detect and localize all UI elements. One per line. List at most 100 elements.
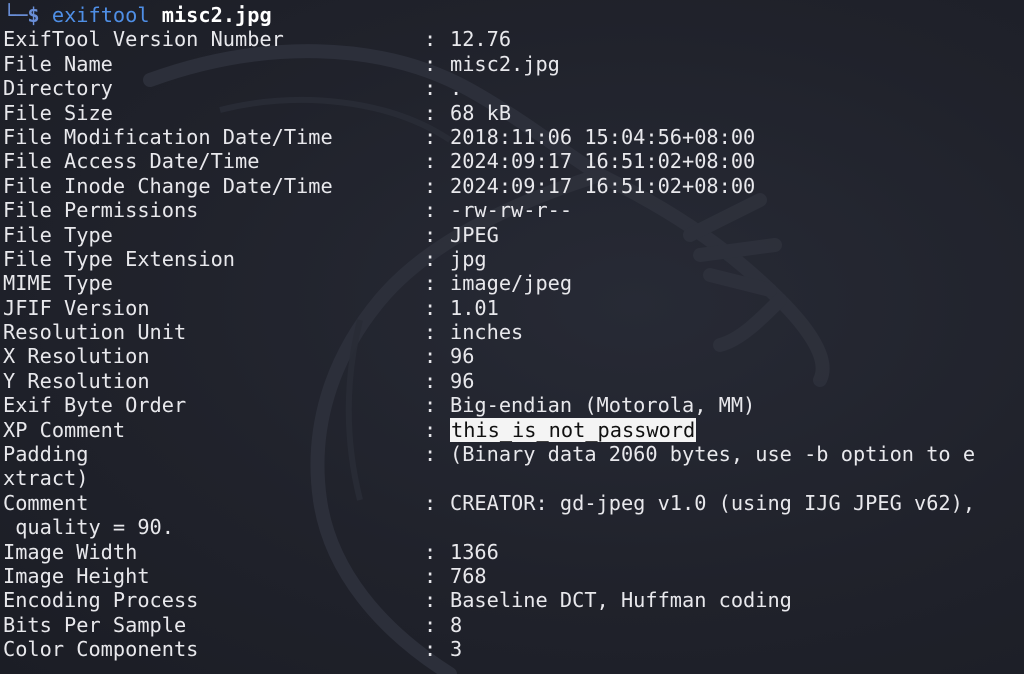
metadata-separator: : — [424, 198, 437, 223]
metadata-key: XP Comment — [3, 417, 126, 442]
metadata-value: Big-endian (Motorola, MM) — [450, 393, 756, 418]
metadata-row: File Name: misc2.jpg — [3, 52, 1024, 76]
metadata-key: Comment — [3, 490, 89, 515]
selected-text-highlight[interactable]: this_is_not_password — [450, 417, 697, 443]
metadata-key: File Size — [3, 100, 113, 125]
metadata-key: File Modification Date/Time — [3, 124, 333, 149]
metadata-key: MIME Type — [3, 271, 113, 296]
metadata-key: File Type Extension — [3, 246, 235, 271]
metadata-separator: : — [424, 490, 437, 515]
metadata-separator: : — [424, 368, 437, 393]
metadata-value: 768 — [450, 563, 487, 588]
metadata-separator: : — [424, 100, 437, 125]
metadata-key: Y Resolution — [3, 368, 150, 393]
metadata-value: 2018:11:06 15:04:56+08:00 — [450, 124, 756, 149]
metadata-value: . — [450, 76, 463, 101]
metadata-key: File Name — [3, 51, 113, 76]
metadata-key: Directory — [3, 76, 113, 101]
metadata-key: Exif Byte Order — [3, 393, 187, 418]
metadata-value: Baseline DCT, Huffman coding — [450, 588, 792, 613]
metadata-row-wrap: quality = 90. — [3, 515, 1024, 539]
command-argument: misc2.jpg — [161, 3, 272, 27]
metadata-value: (Binary data 2060 bytes, use -b option t… — [450, 442, 976, 467]
metadata-key: ExifTool Version Number — [3, 27, 284, 52]
metadata-key: Bits Per Sample — [3, 612, 187, 637]
metadata-key: Resolution Unit — [3, 320, 187, 345]
metadata-separator: : — [424, 612, 437, 637]
metadata-separator: : — [424, 588, 437, 613]
metadata-key: Padding — [3, 442, 89, 467]
metadata-key: Encoding Process — [3, 588, 199, 613]
metadata-value: jpg — [450, 246, 487, 271]
metadata-value: 2024:09:17 16:51:02+08:00 — [450, 149, 756, 174]
metadata-separator: : — [424, 173, 437, 198]
metadata-value: JPEG — [450, 222, 499, 247]
metadata-value: misc2.jpg — [450, 51, 560, 76]
metadata-row: Bits Per Sample:8 — [3, 613, 1024, 637]
metadata-key: Image Width — [3, 539, 138, 564]
metadata-row: Color Components:3 — [3, 637, 1024, 661]
metadata-value: CREATOR: gd-jpeg v1.0 (using IJG JPEG v6… — [450, 490, 976, 515]
metadata-key: X Resolution — [3, 344, 150, 369]
metadata-value: -rw-rw-r-- — [450, 198, 573, 223]
metadata-row: Exif Byte Order: Big-endian (Motorola, MM… — [3, 393, 1024, 417]
metadata-separator: : — [424, 295, 437, 320]
metadata-separator: : — [424, 149, 437, 174]
metadata-value: inches — [450, 320, 524, 345]
metadata-value: 96 — [450, 344, 475, 369]
metadata-separator: : — [424, 222, 437, 247]
command-prompt-line: └─$ exiftool misc2.jpg — [3, 3, 1024, 27]
metadata-key: JFIF Version — [3, 295, 150, 320]
metadata-key: Image Height — [3, 563, 150, 588]
prompt-symbol: $ — [27, 3, 40, 27]
metadata-value: 96 — [450, 368, 475, 393]
metadata-row: Encoding Process: Baseline DCT, Huffman c… — [3, 588, 1024, 612]
metadata-value: 2024:09:17 16:51:02+08:00 — [450, 173, 756, 198]
metadata-separator: : — [424, 563, 437, 588]
metadata-row: X Resolution:96 — [3, 344, 1024, 368]
metadata-row-wrap: xtract) — [3, 466, 1024, 490]
metadata-row: File Access Date/Time:2024:09:17 16:51:0… — [3, 149, 1024, 173]
metadata-key: File Inode Change Date/Time — [3, 173, 333, 198]
metadata-row: Directory:. — [3, 76, 1024, 100]
metadata-key: File Permissions — [3, 198, 199, 223]
metadata-value-continuation: quality = 90. — [3, 515, 174, 540]
metadata-separator: : — [424, 27, 437, 52]
metadata-row: Image Width:1366 — [3, 540, 1024, 564]
metadata-row: File Permissions: -rw-rw-r-- — [3, 198, 1024, 222]
metadata-separator: : — [424, 76, 437, 101]
metadata-row: File Type: JPEG — [3, 223, 1024, 247]
metadata-separator: : — [424, 271, 437, 296]
metadata-row: Comment: CREATOR: gd-jpeg v1.0 (using IJG… — [3, 491, 1024, 515]
terminal-output: └─$ exiftool misc2.jpg ExifTool Version … — [3, 3, 1024, 662]
metadata-row: File Inode Change Date/Time:2024:09:17 1… — [3, 174, 1024, 198]
terminal-window[interactable]: └─$ exiftool misc2.jpg ExifTool Version … — [0, 0, 1024, 674]
metadata-row: JFIF Version:1.01 — [3, 296, 1024, 320]
metadata-separator: : — [424, 417, 437, 442]
metadata-separator: : — [424, 320, 437, 345]
metadata-separator: : — [424, 393, 437, 418]
metadata-row: XP Comment: this_is_not_password — [3, 417, 1024, 443]
metadata-separator: : — [424, 51, 437, 76]
metadata-value: 1366 — [450, 539, 499, 564]
metadata-row: File Size:68 kB — [3, 101, 1024, 125]
metadata-separator: : — [424, 344, 437, 369]
prompt-corner-glyph: └─ — [3, 3, 28, 27]
metadata-row: File Modification Date/Time:2018:11:06 1… — [3, 125, 1024, 149]
metadata-value: 1.01 — [450, 295, 499, 320]
metadata-key: File Access Date/Time — [3, 149, 260, 174]
metadata-row: File Type Extension: jpg — [3, 247, 1024, 271]
metadata-key: File Type — [3, 222, 113, 247]
command-name: exiftool — [51, 3, 150, 27]
metadata-separator: : — [424, 246, 437, 271]
metadata-row: ExifTool Version Number:12.76 — [3, 27, 1024, 51]
metadata-row: MIME Type: image/jpeg — [3, 271, 1024, 295]
metadata-row: Y Resolution:96 — [3, 369, 1024, 393]
metadata-key: Color Components — [3, 637, 199, 662]
metadata-value: 8 — [450, 612, 463, 637]
metadata-value: 12.76 — [450, 27, 512, 52]
metadata-value: 68 kB — [450, 100, 512, 125]
metadata-separator: : — [424, 637, 437, 662]
metadata-value: image/jpeg — [450, 271, 573, 296]
metadata-row: Resolution Unit: inches — [3, 320, 1024, 344]
